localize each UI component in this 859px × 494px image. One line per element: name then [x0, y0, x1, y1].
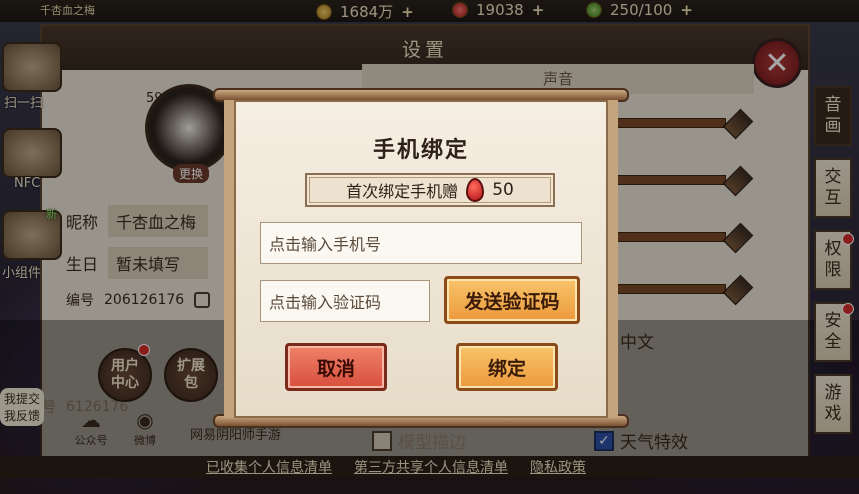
reward-text: 首次绑定手机赠: [346, 182, 459, 201]
verification-code-input[interactable]: 点击输入验证码: [260, 280, 430, 322]
reward-banner: 首次绑定手机赠 50: [305, 173, 555, 207]
magatama-icon: [466, 178, 485, 202]
dialog-title: 手机绑定: [372, 138, 469, 163]
phone-input[interactable]: 点击输入手机号: [260, 222, 582, 264]
phone-placeholder: 点击输入手机号: [269, 235, 382, 254]
send-code-button[interactable]: 发送验证码: [444, 276, 580, 324]
code-placeholder: 点击输入验证码: [269, 293, 382, 312]
cancel-button[interactable]: 取消: [285, 343, 387, 391]
reward-count: 50: [492, 180, 514, 200]
phone-binding-dialog: 手机绑定 首次绑定手机赠 50 点击输入手机号 点击输入验证码 发送验证码 取消…: [224, 100, 618, 418]
bind-button[interactable]: 绑定: [456, 343, 558, 391]
